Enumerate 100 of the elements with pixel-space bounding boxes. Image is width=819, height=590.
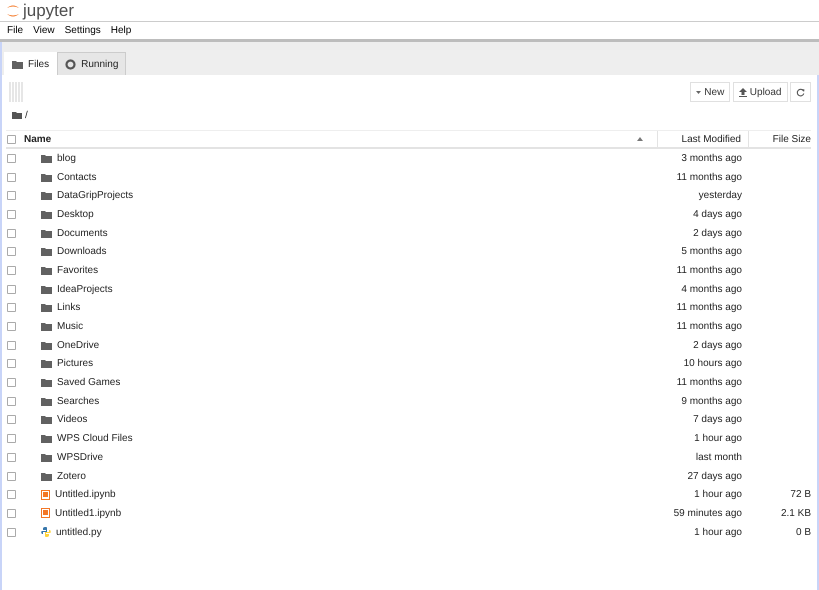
checkbox[interactable]: [7, 172, 16, 182]
file-row[interactable]: Links 11 months ago: [6, 298, 811, 318]
file-row[interactable]: OneDrive 2 days ago: [6, 336, 811, 355]
file-row[interactable]: WPS Cloud Files 1 hour ago: [6, 429, 811, 448]
checkbox[interactable]: [7, 452, 16, 462]
file-row[interactable]: Videos 7 days ago: [6, 410, 811, 430]
file-row[interactable]: Searches 9 months ago: [6, 392, 811, 411]
modified-date: 2 days ago: [692, 226, 743, 241]
modified-date: 1 hour ago: [693, 526, 743, 540]
folder-icon: [41, 378, 52, 388]
file-name[interactable]: OneDrive: [57, 338, 100, 353]
checkbox[interactable]: [7, 191, 16, 200]
checkbox[interactable]: [7, 415, 16, 424]
modified-date: 11 months ago: [676, 301, 743, 316]
folder-icon: [41, 191, 52, 200]
modified-date: 11 months ago: [676, 376, 743, 390]
checkbox[interactable]: [7, 266, 16, 275]
file-row[interactable]: Untitled.ipynb 1 hour ago 72 B: [6, 485, 811, 504]
menu-item[interactable]: File: [2, 23, 28, 38]
file-name[interactable]: Favorites: [57, 262, 98, 278]
file-name[interactable]: Links: [57, 300, 80, 316]
modified-date: 27 days ago: [686, 470, 743, 484]
folder-icon: [41, 452, 52, 462]
file-name[interactable]: Pictures: [57, 356, 94, 372]
file-name[interactable]: Music: [57, 319, 84, 334]
refresh-button[interactable]: [790, 82, 811, 102]
file-name[interactable]: Saved Games: [57, 375, 120, 390]
checkbox[interactable]: [7, 359, 16, 368]
folder-icon: [41, 472, 52, 481]
file-name[interactable]: blog: [57, 150, 76, 166]
file-name[interactable]: Desktop: [57, 206, 94, 222]
menu-item[interactable]: View: [28, 23, 60, 38]
checkbox[interactable]: [7, 210, 16, 219]
menu-item[interactable]: Help: [106, 23, 136, 38]
file-row[interactable]: Documents 2 days ago: [6, 224, 811, 242]
folder-icon: [41, 210, 52, 219]
checkbox[interactable]: [7, 154, 16, 163]
file-row[interactable]: untitled.py 1 hour ago 0 B: [6, 522, 811, 542]
file-name[interactable]: Zotero: [57, 468, 86, 484]
modified-date: 11 months ago: [676, 320, 743, 334]
file-row[interactable]: blog 3 months ago: [6, 149, 811, 168]
file-size: 0 B: [796, 526, 811, 538]
checkbox[interactable]: [7, 472, 16, 481]
upload-button[interactable]: Upload: [732, 82, 788, 102]
checkbox[interactable]: [7, 134, 16, 144]
file-row[interactable]: Music 11 months ago: [6, 317, 811, 336]
checkbox[interactable]: [7, 303, 16, 312]
breadcrumb-link[interactable]: /: [25, 108, 28, 122]
file-row[interactable]: Pictures 10 hours ago: [6, 354, 811, 374]
menu-item[interactable]: Settings: [60, 23, 106, 38]
file-name[interactable]: Downloads: [57, 244, 106, 260]
file-name[interactable]: Contacts: [57, 170, 96, 185]
new-button[interactable]: New: [690, 82, 730, 102]
folder-icon: [41, 359, 52, 368]
file-row[interactable]: Downloads 5 months ago: [6, 242, 811, 262]
file-row[interactable]: Untitled1.ipynb 59 minutes ago 2.1 KB: [6, 504, 811, 523]
file-row[interactable]: Contacts 11 months ago: [6, 168, 811, 186]
checkbox[interactable]: [7, 528, 16, 537]
checkbox[interactable]: [7, 378, 16, 388]
file-name[interactable]: Untitled.ipynb: [55, 487, 116, 502]
logo-text: jupyter: [23, 2, 74, 19]
folder-icon: [41, 154, 52, 163]
file-row[interactable]: DataGripProjects yesterday: [6, 186, 811, 206]
modified-date: 3 months ago: [680, 152, 743, 166]
file-row[interactable]: IdeaProjects 4 months ago: [6, 280, 811, 298]
file-name[interactable]: Untitled1.ipynb: [55, 506, 122, 521]
file-name[interactable]: untitled.py: [56, 524, 102, 540]
modified-date: 11 months ago: [676, 170, 743, 185]
file-name[interactable]: Searches: [57, 394, 100, 409]
tab[interactable]: Running: [57, 52, 126, 75]
checkbox[interactable]: [7, 434, 16, 444]
checkbox[interactable]: [7, 247, 16, 256]
modified-date: 5 months ago: [680, 245, 743, 260]
tab[interactable]: Files: [4, 52, 58, 75]
drag-handle-icon[interactable]: [9, 82, 25, 102]
file-row[interactable]: Desktop 4 days ago: [6, 205, 811, 224]
checkbox[interactable]: [7, 508, 16, 518]
file-name[interactable]: WPSDrive: [57, 450, 104, 465]
checkbox[interactable]: [7, 228, 16, 238]
modified-date: 11 months ago: [676, 264, 743, 278]
column-header[interactable]: Last Modified: [657, 130, 749, 148]
checkbox[interactable]: [7, 396, 16, 406]
checkbox[interactable]: [7, 490, 16, 500]
folder-icon: [41, 172, 52, 182]
file-name[interactable]: WPS Cloud Files: [57, 431, 133, 446]
checkbox[interactable]: [7, 284, 16, 294]
checkbox[interactable]: [7, 322, 16, 332]
file-row[interactable]: Saved Games 11 months ago: [6, 373, 811, 392]
column-header[interactable]: Name: [24, 132, 657, 146]
file-row[interactable]: Zotero 27 days ago: [6, 466, 811, 486]
checkbox[interactable]: [7, 340, 16, 350]
file-row[interactable]: WPSDrive last month: [6, 448, 811, 467]
refresh-icon: [796, 88, 805, 96]
file-name[interactable]: Documents: [57, 226, 108, 241]
file-name[interactable]: DataGripProjects: [57, 188, 134, 204]
column-header[interactable]: File Size: [749, 130, 811, 148]
file-name[interactable]: IdeaProjects: [57, 282, 113, 297]
folder-icon: [41, 303, 52, 312]
file-name[interactable]: Videos: [57, 412, 88, 428]
file-row[interactable]: Favorites 11 months ago: [6, 261, 811, 280]
